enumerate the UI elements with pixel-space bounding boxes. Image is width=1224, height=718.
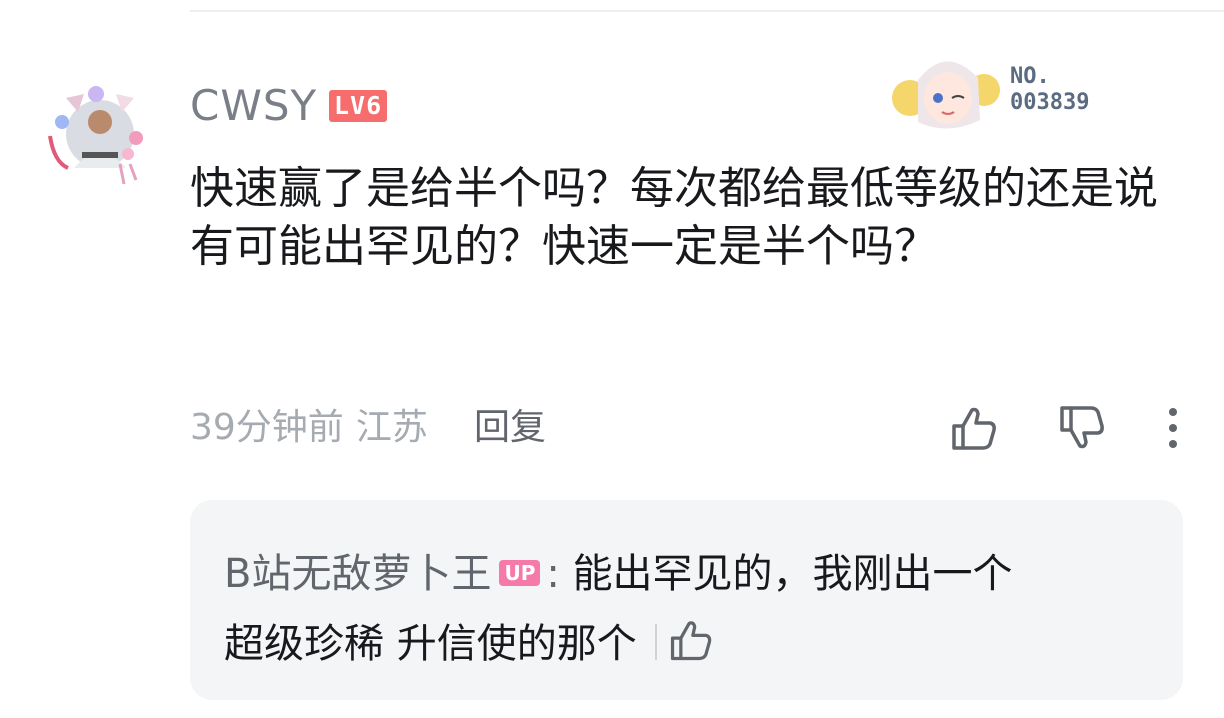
fan-badge-character-icon: [892, 61, 1000, 129]
reply-line-2: 超级珍稀 升信使的那个: [224, 616, 715, 672]
reply-separator: :: [546, 551, 560, 597]
user-avatar[interactable]: [44, 76, 156, 188]
more-vertical-icon[interactable]: [1160, 402, 1186, 454]
reply-username[interactable]: B站无敌萝卜王: [224, 551, 491, 597]
thumbs-up-icon[interactable]: [948, 402, 1000, 454]
reply-preview-box[interactable]: B站无敌萝卜王 UP: 能出罕见的，我刚出一个 超级珍稀 升信使的那个: [190, 500, 1183, 700]
reply-thumbs-up-icon[interactable]: [667, 616, 715, 664]
comment-meta: 39分钟前 江苏: [190, 404, 440, 452]
comment-location: 江苏: [355, 407, 428, 448]
up-badge: UP: [499, 560, 541, 586]
comment-text: 快速赢了是给半个吗？每次都给最低等级的还是说有可能出罕见的？快速一定是半个吗？: [190, 163, 1158, 272]
top-divider: [190, 10, 1224, 12]
reply-text-line2: 超级珍稀 升信使的那个: [224, 621, 637, 667]
avatar-frame-icon: [48, 86, 143, 185]
fan-badge-label: NO.: [1010, 64, 1050, 89]
thumbs-down-icon[interactable]: [1056, 402, 1108, 454]
reply-divider: [654, 624, 657, 660]
fan-badge-number: 003839: [1010, 90, 1090, 115]
reply-line-1: B站无敌萝卜王 UP: 能出罕见的，我刚出一个: [224, 546, 1013, 602]
comment-time: 39分钟前: [190, 407, 344, 448]
comment-username[interactable]: CWSY: [190, 80, 317, 132]
level-badge: LV6: [329, 90, 388, 122]
reply-button[interactable]: 回复: [474, 404, 546, 452]
reply-text-line1: 能出罕见的，我刚出一个: [572, 551, 1013, 597]
